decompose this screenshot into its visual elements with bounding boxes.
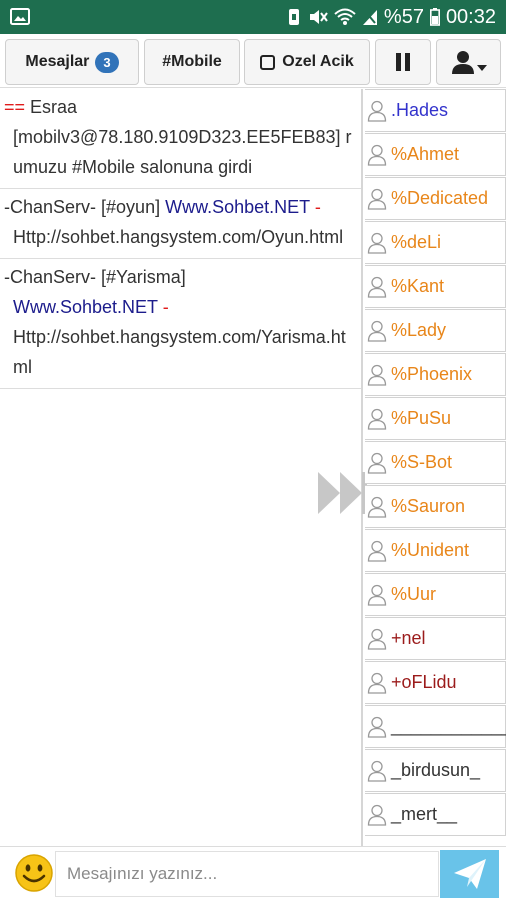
user-nick: _mert__ [391, 804, 458, 824]
message-item: == Esraa [mobilv3@78.180.9109D323.EE5FEB… [0, 89, 361, 189]
private-label: Ozel Acik [282, 53, 354, 70]
toolbar: Mesajlar 3 #Mobile Ozel Acik [0, 34, 506, 88]
battery-icon [429, 8, 440, 26]
user-nick: %Uur [391, 584, 437, 604]
user-list-item[interactable]: +oFLidu [365, 661, 506, 704]
alarm-icon [288, 9, 299, 25]
user-menu-button[interactable] [436, 39, 501, 85]
emoji-icon[interactable] [14, 853, 54, 893]
user-icon [367, 408, 387, 430]
user-icon [367, 364, 387, 386]
user-nick: %Kant [391, 276, 445, 296]
pause-button[interactable] [375, 39, 431, 85]
user-nick: +nel [391, 628, 426, 648]
user-icon [367, 584, 387, 606]
wifi-icon [334, 8, 356, 25]
channel-label: #Mobile [162, 53, 222, 70]
user-icon [451, 51, 474, 74]
user-icon [367, 716, 387, 738]
fast-forward-icon[interactable] [318, 470, 368, 516]
message-text: [mobilv3@78.180.9109D323.EE5FEB83] rumuz… [13, 127, 352, 177]
user-list-item[interactable]: %Lady [365, 309, 506, 352]
clock: 00:32 [445, 5, 496, 28]
checkbox-icon [260, 54, 276, 70]
user-icon [367, 496, 387, 518]
user-nick: %deLi [391, 232, 442, 252]
private-toggle-button[interactable]: Ozel Acik [244, 39, 370, 85]
user-nick: +oFLidu [391, 672, 457, 692]
user-icon [367, 672, 387, 694]
mute-icon [309, 10, 328, 24]
user-list-item[interactable]: ____________ [365, 705, 506, 748]
message-input[interactable] [55, 851, 439, 897]
user-list-item[interactable]: %Unident [365, 529, 506, 572]
user-nick: .Hades [391, 100, 449, 120]
user-list[interactable]: .Hades %Ahmet %Dedicated %deLi %Kant %Lady %Ph… [365, 89, 506, 846]
user-list-item[interactable]: %Kant [365, 265, 506, 308]
user-list-item[interactable]: %Dedicated [365, 177, 506, 220]
user-nick: %Dedicated [391, 188, 489, 208]
channel-button[interactable]: #Mobile [144, 39, 240, 85]
pause-icon [396, 53, 410, 71]
user-icon [367, 540, 387, 562]
message-url[interactable]: Http://sohbet.hangsystem.com/Yarisma.htm… [4, 322, 357, 382]
message-dash: - [309, 197, 321, 217]
signal-icon [362, 10, 377, 25]
user-list-item[interactable]: _mert__ [365, 793, 506, 836]
user-list-item[interactable]: %PuSu [365, 397, 506, 440]
message-link[interactable]: Www.Sohbet.NET [165, 197, 310, 217]
caret-down-icon [476, 65, 487, 71]
user-list-item[interactable]: %Uur [365, 573, 506, 616]
status-icons: %57 00:32 [286, 4, 496, 30]
message-list[interactable]: == Esraa [mobilv3@78.180.9109D323.EE5FEB… [0, 89, 363, 846]
user-icon [367, 452, 387, 474]
user-list-item[interactable]: %Phoenix [365, 353, 506, 396]
user-icon [367, 232, 387, 254]
message-url[interactable]: Http://sohbet.hangsystem.com/Oyun.html [4, 222, 357, 252]
user-list-item[interactable]: %Ahmet [365, 133, 506, 176]
messages-label: Mesajlar [25, 53, 90, 70]
message-item: -ChanServ- [#oyun] Www.Sohbet.NET - Http… [0, 189, 361, 259]
user-list-item[interactable]: +nel [365, 617, 506, 660]
user-nick: _birdusun_ [391, 760, 481, 780]
user-nick: %S-Bot [391, 452, 453, 472]
status-bar: %57 00:32 [0, 0, 506, 34]
messages-count-badge: 3 [95, 51, 119, 73]
user-nick: %Ahmet [391, 144, 460, 164]
user-nick: %Sauron [391, 496, 466, 516]
user-nick: %Lady [391, 320, 447, 340]
user-list-item[interactable]: .Hades [365, 89, 506, 132]
user-list-item[interactable]: %S-Bot [365, 441, 506, 484]
message-item: -ChanServ- [#Yarisma] Www.Sohbet.NET - H… [0, 259, 361, 389]
user-nick: %Phoenix [391, 364, 473, 384]
image-icon [10, 8, 30, 25]
send-button[interactable] [440, 850, 499, 898]
message-dash: - [157, 297, 169, 317]
user-icon [367, 320, 387, 342]
message-link[interactable]: Www.Sohbet.NET [13, 297, 158, 317]
battery-text: %57 [383, 5, 424, 28]
message-sender: -ChanServ- [#Yarisma] [4, 267, 186, 287]
user-icon [367, 188, 387, 210]
user-icon [367, 276, 387, 298]
user-icon [367, 804, 387, 826]
message-nick: Esraa [25, 97, 78, 117]
user-list-item[interactable]: _birdusun_ [365, 749, 506, 792]
messages-button[interactable]: Mesajlar 3 [5, 39, 139, 85]
user-list-item[interactable]: %Sauron [365, 485, 506, 528]
composer [0, 846, 506, 900]
user-list-item[interactable]: %deLi [365, 221, 506, 264]
user-icon [367, 100, 387, 122]
user-icon [367, 628, 387, 650]
send-icon [453, 859, 486, 889]
user-nick: %Unident [391, 540, 470, 560]
message-prefix: == [4, 97, 26, 117]
user-icon [367, 144, 387, 166]
user-nick: %PuSu [391, 408, 452, 428]
user-nick: ____________ [391, 716, 506, 736]
user-icon [367, 760, 387, 782]
message-sender: -ChanServ- [#oyun] [4, 197, 166, 217]
